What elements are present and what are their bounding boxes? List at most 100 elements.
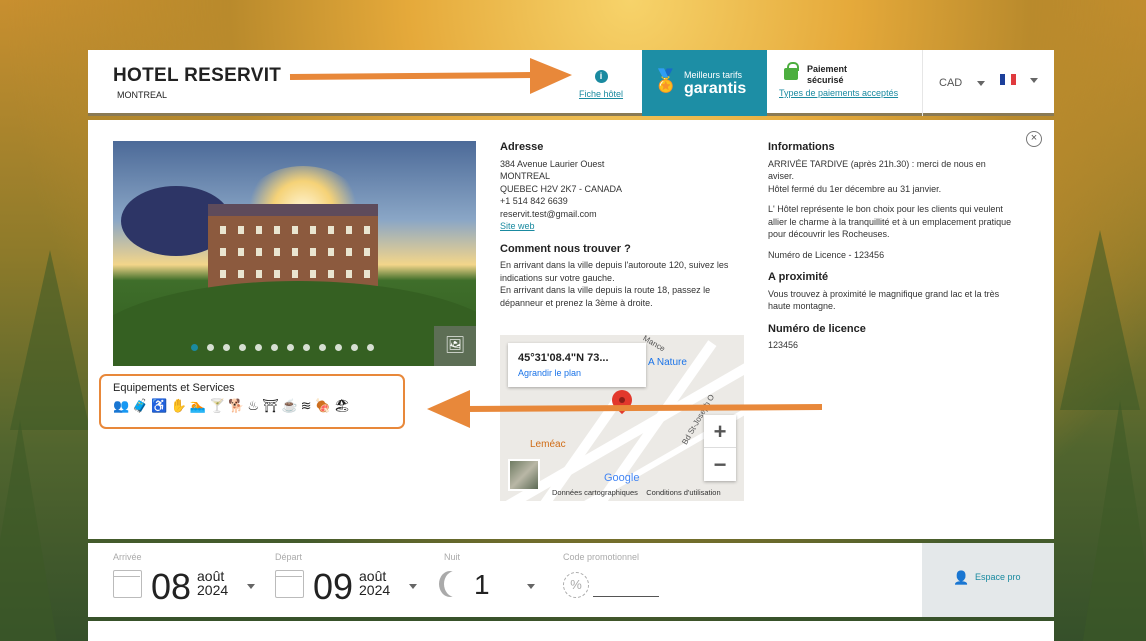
departure-day: 09 xyxy=(313,566,354,607)
arrival-label: Arrivée xyxy=(113,552,142,562)
discount-icon: % xyxy=(563,572,589,598)
info-closed: Hôtel fermé du 1er décembre au 31 janvie… xyxy=(768,183,942,194)
chevron-down-icon[interactable] xyxy=(1030,78,1038,83)
carousel-dot[interactable] xyxy=(319,344,326,351)
sauna-icon[interactable]: ♨ xyxy=(247,398,259,414)
arrival-month-year: août 2024 xyxy=(197,569,228,597)
beach-icon[interactable]: 🏖 xyxy=(334,398,351,414)
info-description: L' Hôtel représente le bon choix pour le… xyxy=(768,204,1012,239)
info-title: Informations xyxy=(768,141,835,153)
carousel-dot[interactable] xyxy=(239,344,246,351)
carousel-dot[interactable] xyxy=(367,344,374,351)
equipment-title: Equipements et Services xyxy=(113,382,235,394)
address-city: MONTREAL xyxy=(500,171,551,181)
license-title: Numéro de licence xyxy=(768,322,866,335)
location-map[interactable]: A Nature Leméac Bd St-Joseph O Mance 45°… xyxy=(500,335,744,501)
wheelchair-icon[interactable]: ♿ xyxy=(151,398,167,414)
coffee-icon[interactable]: ☕ xyxy=(281,398,297,414)
map-footer: Données cartographiques Conditions d'uti… xyxy=(552,488,721,497)
enlarge-map-link[interactable]: Agrandir le plan xyxy=(518,368,581,378)
carousel-dot[interactable] xyxy=(351,344,358,351)
carousel-dot[interactable] xyxy=(335,344,342,351)
nights-label: Nuit xyxy=(444,552,461,562)
background-tree xyxy=(0,420,60,641)
background-tree xyxy=(1080,400,1146,641)
promo-code-field[interactable]: Code promotionnel % xyxy=(563,552,673,612)
moon-icon xyxy=(444,571,466,597)
hotel-photo-carousel[interactable]: 🖼 xyxy=(113,141,476,366)
booking-bar: Arrivée 08 août 2024 Départ 09 août 2024… xyxy=(88,543,1054,617)
nights-selector[interactable]: Nuit 1 xyxy=(444,552,544,612)
iron-icon[interactable]: ⛩ xyxy=(262,398,279,414)
info-late-arrival: ARRIVÉE TARDIVE (après 21h.30) : merci d… xyxy=(768,158,986,182)
carousel-dot[interactable] xyxy=(271,344,278,351)
address-email: reservit.test@gmail.com xyxy=(500,208,597,219)
payment-types-link[interactable]: Types de paiements acceptés xyxy=(779,88,898,98)
calendar-icon xyxy=(275,570,304,598)
arrival-day: 08 xyxy=(151,566,192,607)
satellite-toggle[interactable] xyxy=(508,459,540,491)
zoom-out-button[interactable]: − xyxy=(704,448,736,481)
arrival-month: août xyxy=(197,568,225,584)
currency-selector[interactable]: CAD xyxy=(939,77,962,89)
nearby-title: A proximité xyxy=(768,271,829,283)
photo-hill xyxy=(113,281,476,366)
carousel-dot[interactable] xyxy=(191,344,198,351)
map-coordinates: 45°31'08.4"N 73... xyxy=(518,352,609,364)
departure-year: 2024 xyxy=(359,582,391,598)
directions-title: Comment nous trouver ? xyxy=(500,242,631,255)
carousel-dots xyxy=(191,344,374,351)
header-divider xyxy=(922,50,923,116)
background-tree xyxy=(10,250,90,430)
fiche-hotel[interactable]: i Fiche hôtel xyxy=(574,66,628,99)
secure-line1: Paiement xyxy=(807,64,848,74)
pro-space-label[interactable]: Espace pro xyxy=(975,572,1021,582)
promo-label: Code promotionnel xyxy=(563,552,640,562)
user-icon: 👤 xyxy=(953,570,970,585)
pet-icon[interactable]: 🐕 xyxy=(228,398,244,414)
equipment-services-box: Equipements et Services 👥 🧳 ♿ ✋ 🏊 🍸 🐕 ♨ … xyxy=(99,374,405,429)
chevron-down-icon[interactable] xyxy=(247,584,255,589)
background-tree xyxy=(1060,230,1140,410)
spa-icon[interactable]: ≋ xyxy=(301,398,312,414)
map-terms-link[interactable]: Conditions d'utilisation xyxy=(646,488,720,497)
chevron-down-icon[interactable] xyxy=(409,584,417,589)
carousel-dot[interactable] xyxy=(207,344,214,351)
bbq-icon[interactable]: 🍖 xyxy=(315,398,331,414)
info-icon[interactable]: i xyxy=(594,70,608,83)
group-icon[interactable]: 👥 xyxy=(113,398,129,414)
best-rates-banner: 🏅 Meilleurs tarifs garantis xyxy=(642,50,767,116)
zoom-in-button[interactable]: + xyxy=(704,415,736,448)
pro-space-button[interactable]: 👤 Espace pro xyxy=(922,543,1054,617)
arrival-date-picker[interactable]: Arrivée 08 août 2024 xyxy=(113,552,263,612)
nights-count: 1 xyxy=(474,569,490,600)
fiche-hotel-link[interactable]: Fiche hôtel xyxy=(574,89,628,99)
departure-month-year: août 2024 xyxy=(359,569,390,597)
departure-date-picker[interactable]: Départ 09 août 2024 xyxy=(275,552,425,612)
equipment-icons: 👥 🧳 ♿ ✋ 🏊 🍸 🐕 ♨ ⛩ ☕ ≋ 🍖 🏖 xyxy=(113,398,350,414)
departure-label: Départ xyxy=(275,552,303,562)
map-data-link[interactable]: Données cartographiques xyxy=(552,488,638,497)
chevron-down-icon[interactable] xyxy=(527,584,535,589)
gallery-icon[interactable]: 🖼 xyxy=(434,326,476,366)
swimming-icon[interactable]: 🏊 xyxy=(190,398,206,414)
carousel-dot[interactable] xyxy=(303,344,310,351)
close-icon[interactable]: × xyxy=(1026,131,1042,147)
directions-text-2: En arrivant dans la ville depuis la rout… xyxy=(500,285,711,308)
award-icon: 🏅 xyxy=(652,68,680,93)
promo-input-line[interactable] xyxy=(593,596,659,597)
google-logo: Google xyxy=(604,472,640,484)
carousel-dot[interactable] xyxy=(287,344,294,351)
hand-icon[interactable]: ✋ xyxy=(171,398,187,414)
website-link[interactable]: Site web xyxy=(500,221,535,231)
address-column: Adresse 384 Avenue Laurier Ouest MONTREA… xyxy=(500,141,740,319)
carousel-dot[interactable] xyxy=(223,344,230,351)
hotel-city: MONTREAL xyxy=(117,90,168,100)
arrival-year: 2024 xyxy=(197,582,229,598)
luggage-icon[interactable]: 🧳 xyxy=(132,398,148,414)
chevron-down-icon[interactable] xyxy=(977,81,985,86)
next-section-strip xyxy=(88,621,1054,641)
language-flag-icon[interactable] xyxy=(1000,74,1016,85)
carousel-dot[interactable] xyxy=(255,344,262,351)
cocktail-icon[interactable]: 🍸 xyxy=(209,398,225,414)
